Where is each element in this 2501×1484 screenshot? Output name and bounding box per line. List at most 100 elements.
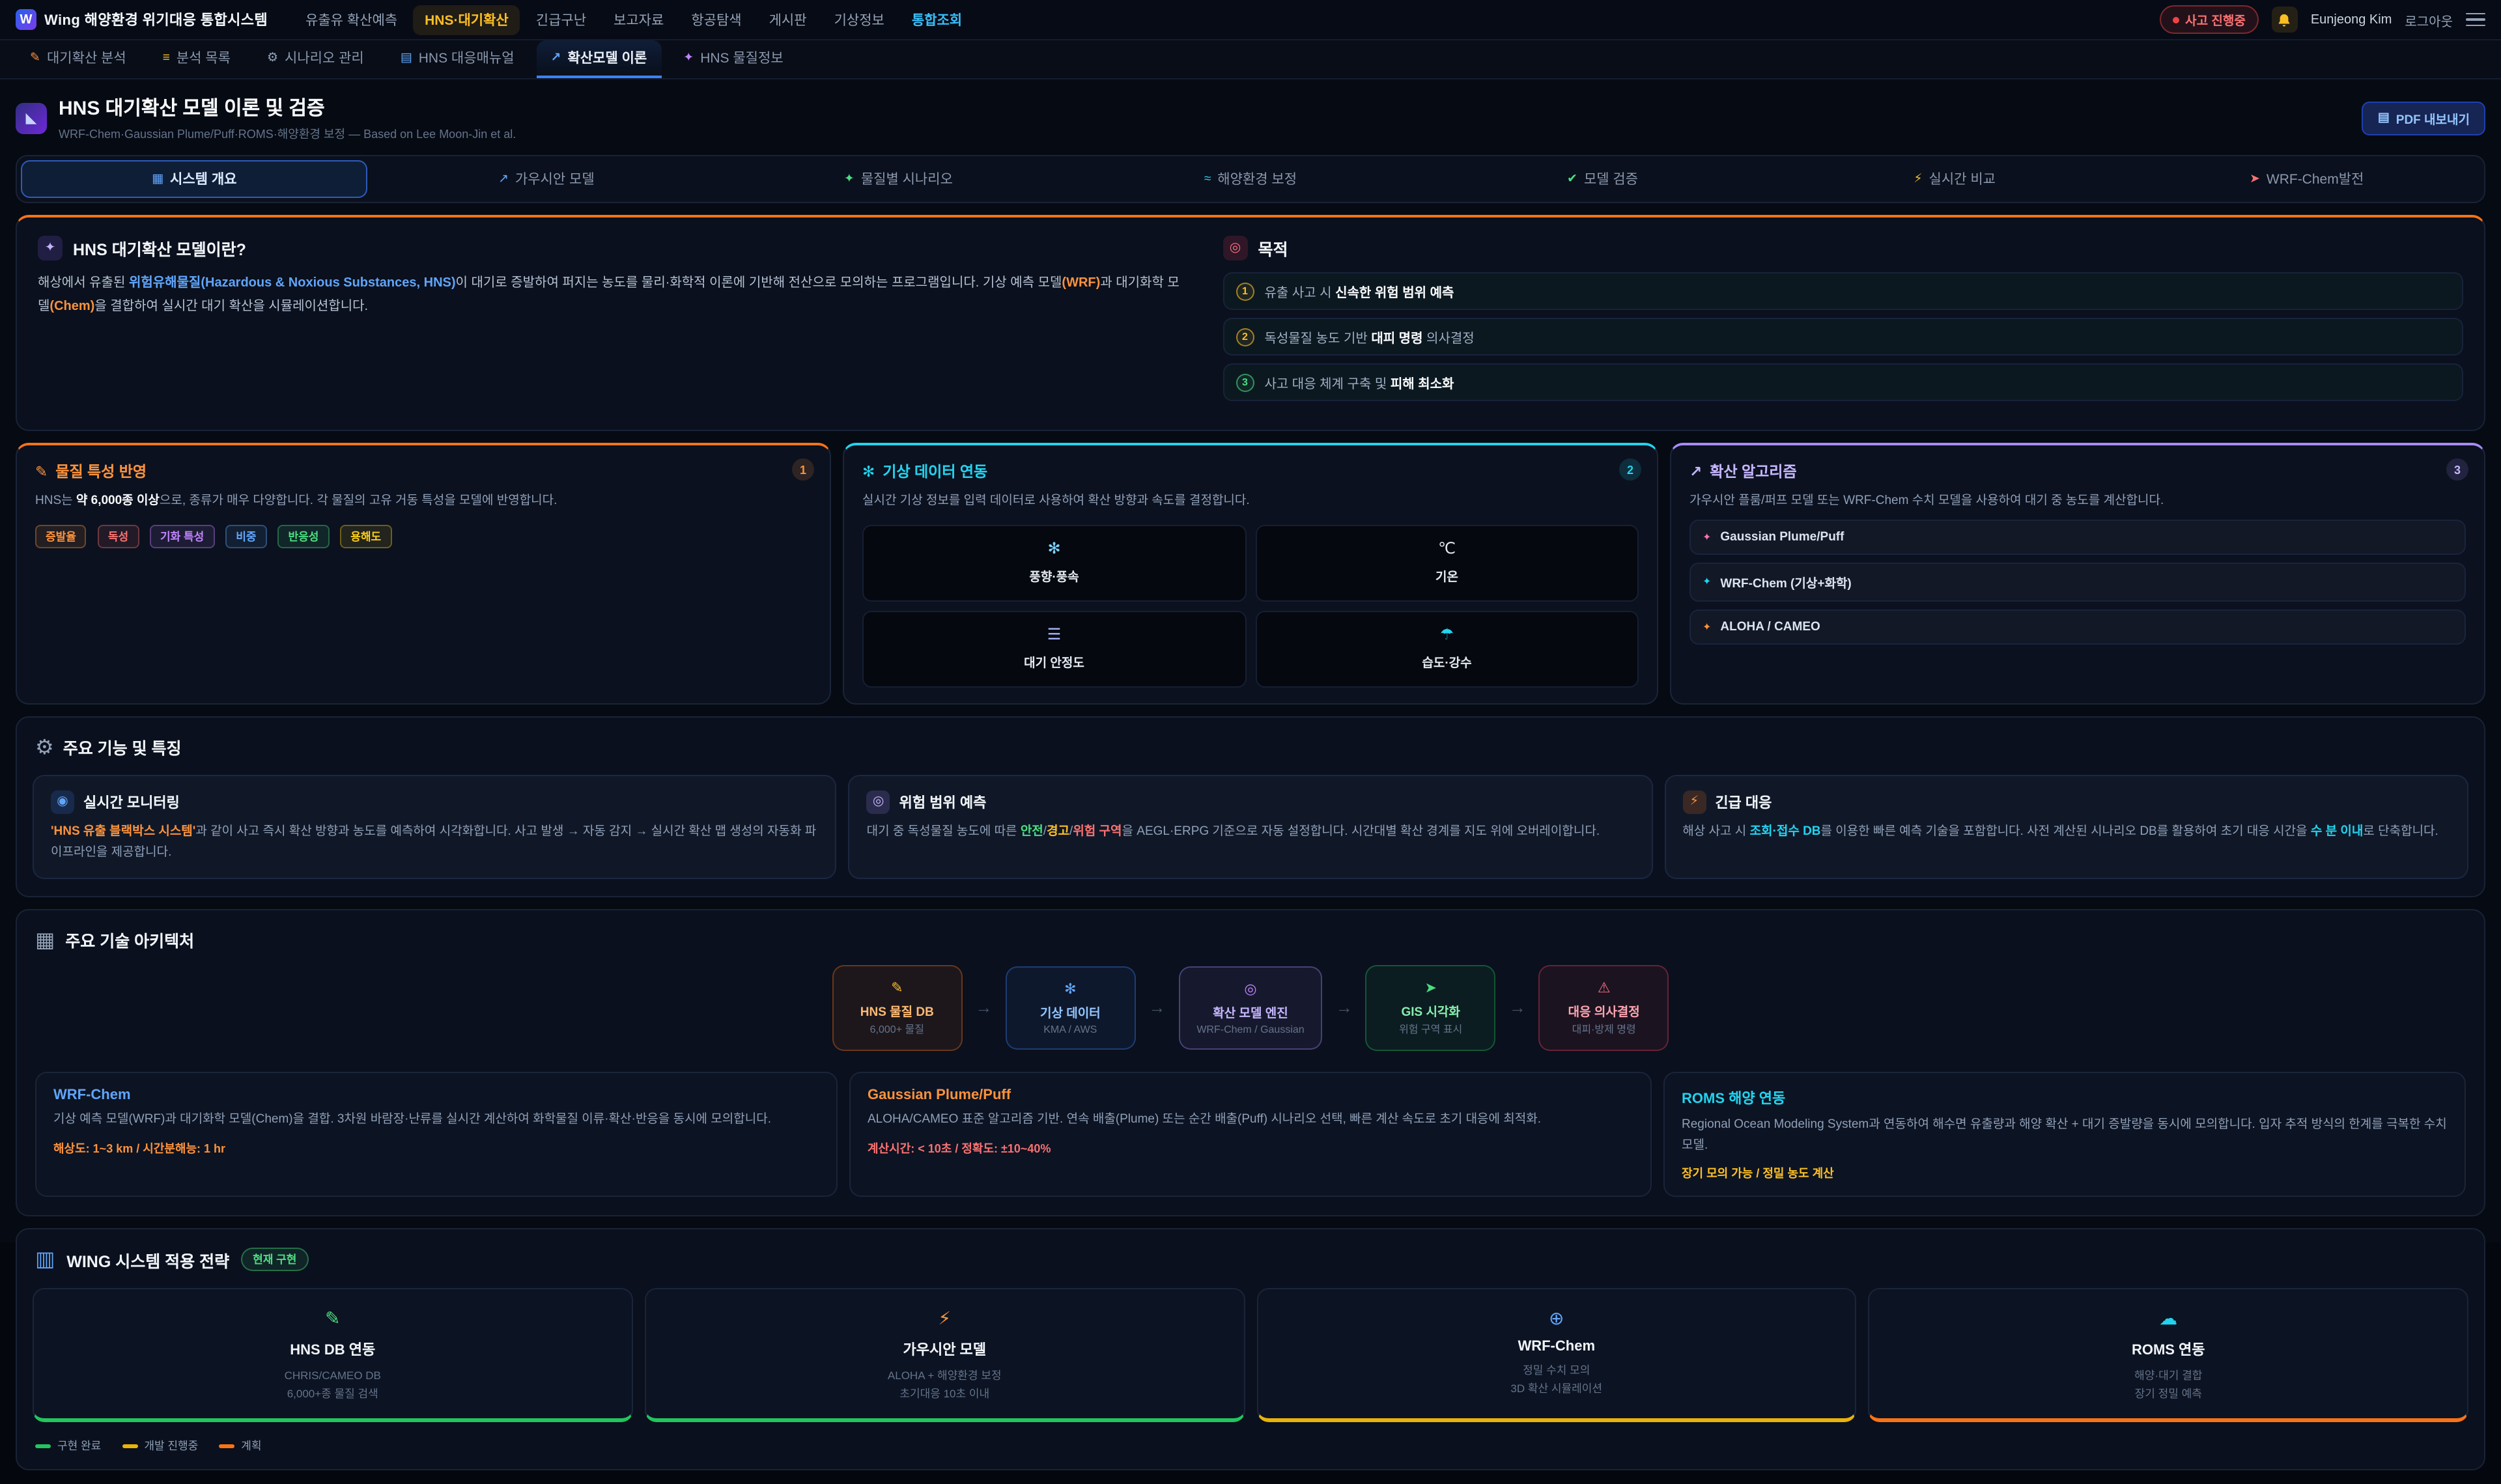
desc-part: 을 결합하여 실시간 대기 확산을 시뮬레이션합니다. xyxy=(94,300,368,314)
model-description: ALOHA/CAMEO 표준 알고리즘 기반. 연속 배출(Plume) 또는 … xyxy=(868,1110,1633,1130)
feature-cards-row: ✎ 물질 특성 반영 1 HNS는 약 6,000종 이상으로, 종류가 매우 … xyxy=(16,443,2485,704)
purpose-text: 사고 대응 체계 구축 및 xyxy=(1264,378,1390,392)
green-bar-icon xyxy=(35,1444,51,1448)
subnav-label: HNS 대응매뉴얼 xyxy=(419,48,515,68)
architecture-title: 주요 기술 아키텍처 xyxy=(65,928,194,953)
flow-dispersion-engine: ◎ 확산 모델 엔진 WRF-Chem / Gaussian xyxy=(1178,966,1322,1050)
section-subnav: ✎ 대기확산 분석 ≡ 분석 목록 ⚙ 시나리오 관리 ▤ HNS 대응매뉴얼 … xyxy=(0,40,2501,79)
flow-arrow-icon: → xyxy=(1148,998,1165,1018)
subnav-analysis-list[interactable]: ≡ 분석 목록 xyxy=(148,40,245,78)
app-logo[interactable]: W Wing 해양환경 위기대응 통합시스템 xyxy=(16,9,268,30)
tab-model-validation[interactable]: ✔ 모델 검증 xyxy=(1429,160,1776,198)
desc-part-wrf: (WRF) xyxy=(1062,276,1100,290)
flow-subtitle: 6,000+ 물질 xyxy=(850,1022,944,1037)
strategy-card-title: WRF-Chem xyxy=(1271,1339,1843,1355)
incident-status-badge[interactable]: 사고 진행중 xyxy=(2159,5,2259,34)
current-implementation-badge: 현재 구현 xyxy=(241,1248,308,1272)
pencil-icon: ✎ xyxy=(850,979,944,996)
page-header: ◣ HNS 대기확산 모델 이론 및 검증 WRF-Chem·Gaussian … xyxy=(0,79,2501,152)
body-part: 대기 중 독성물질 농도에 따른 xyxy=(867,824,1021,838)
legend-label: 계획 xyxy=(241,1438,261,1454)
monitor-icon: ◉ xyxy=(51,790,74,813)
flow-arrow-icon: → xyxy=(1509,998,1526,1018)
bullet-icon: ✦ xyxy=(1703,531,1711,542)
purpose-text: 의사결정 xyxy=(1423,332,1475,346)
flow-weather-data: ✻ 기상 데이터 KMA / AWS xyxy=(1005,966,1135,1050)
tab-wrf-chem-evolution[interactable]: ➤ WRF-Chem발전 xyxy=(2133,160,2480,198)
model-description: 기상 예측 모델(WRF)과 대기화학 모델(Chem)을 결합. 3차원 바람… xyxy=(53,1110,819,1130)
functions-cards-row: ◉ 실시간 모니터링 'HNS 유출 블랙박스 시스템'과 같이 사고 즉시 확… xyxy=(17,763,2484,896)
intro-title: HNS 대기확산 모델이란? xyxy=(73,236,246,260)
strategy-panel: ▥ WING 시스템 적용 전략 현재 구현 ✎ HNS DB 연동 CHRIS… xyxy=(16,1229,2485,1471)
nav-item-reports[interactable]: 보고자료 xyxy=(602,5,675,35)
tab-substance-scenarios[interactable]: ✦ 물질별 시나리오 xyxy=(725,160,1072,198)
card-weather-data: ✻ 기상 데이터 연동 2 실시간 기상 정보를 입력 데이터로 사용하여 확산… xyxy=(843,443,1658,704)
desc-part: 해상에서 유출된 xyxy=(38,276,129,290)
tab-gaussian-model[interactable]: ↗ 가우시안 모델 xyxy=(373,160,720,198)
subnav-dispersion-analysis[interactable]: ✎ 대기확산 분석 xyxy=(16,40,141,78)
subnav-model-theory[interactable]: ↗ 확산모델 이론 xyxy=(537,40,662,78)
user-name: Eunjeong Kim xyxy=(2311,12,2392,27)
legend-in-progress: 개발 진행중 xyxy=(122,1438,198,1454)
purpose-item: 2 독성물질 농도 기반 대피 명령 의사결정 xyxy=(1222,318,2463,356)
tab-system-overview[interactable]: ▦ 시스템 개요 xyxy=(21,160,368,198)
nav-item-hns-dispersion[interactable]: HNS·대기확산 xyxy=(413,5,520,35)
subnav-hns-manual[interactable]: ▤ HNS 대응매뉴얼 xyxy=(386,40,529,78)
hamburger-menu-icon[interactable] xyxy=(2466,13,2485,27)
chart-icon: ↗ xyxy=(551,51,561,65)
strategy-cards-row: ✎ HNS DB 연동 CHRIS/CAMEO DB 6,000+종 물질 검색… xyxy=(17,1281,2484,1436)
chart-icon: ↗ xyxy=(1689,462,1702,481)
notification-bell-icon[interactable] xyxy=(2272,7,2298,33)
tag-toxicity: 독성 xyxy=(98,524,139,548)
algorithm-label: WRF-Chem (기상+화학) xyxy=(1720,572,1851,591)
strategy-line: 정밀 수치 모의 xyxy=(1271,1362,1843,1380)
tab-marine-correction[interactable]: ≈ 해양환경 보정 xyxy=(1077,160,1424,198)
pdf-export-button[interactable]: ▤ PDF 내보내기 xyxy=(2362,101,2485,135)
navbar-right: 사고 진행중 Eunjeong Kim 로그아웃 xyxy=(2159,5,2485,34)
nav-item-weather-info[interactable]: 기상정보 xyxy=(823,5,896,35)
tab-realtime-comparison[interactable]: ⚡ 실시간 비교 xyxy=(1781,160,2128,198)
intro-definition: ✦ HNS 대기확산 모델이란? 해상에서 유출된 위험유해물질(Hazardo… xyxy=(38,236,1186,409)
subnav-label: 분석 목록 xyxy=(177,48,231,68)
navbar-left: W Wing 해양환경 위기대응 통합시스템 유출유 확산예측 HNS·대기확산… xyxy=(16,5,974,35)
model-card-gaussian: Gaussian Plume/Puff ALOHA/CAMEO 표준 알고리즘 … xyxy=(849,1072,1652,1197)
lightning-icon: ⚡ xyxy=(1914,172,1922,186)
nav-item-aerial-search[interactable]: 항공탐색 xyxy=(679,5,753,35)
purpose-keyword: 신속한 위험 범위 예측 xyxy=(1335,287,1454,301)
droplet-icon: ☂ xyxy=(1264,624,1630,643)
desc-part-chem: (Chem) xyxy=(49,300,94,314)
subnav-scenario-management[interactable]: ⚙ 시나리오 관리 xyxy=(253,40,378,78)
nav-item-board[interactable]: 게시판 xyxy=(757,5,819,35)
subnav-hns-substance-info[interactable]: ✦ HNS 물질정보 xyxy=(669,40,797,78)
strategy-card-hns-db: ✎ HNS DB 연동 CHRIS/CAMEO DB 6,000+종 물질 검색 xyxy=(33,1289,633,1423)
model-card-wrf-chem: WRF-Chem 기상 예측 모델(WRF)과 대기화학 모델(Chem)을 결… xyxy=(35,1072,838,1197)
flow-title: 기상 데이터 xyxy=(1023,1003,1117,1021)
nav-item-integrated-search[interactable]: 통합조회 xyxy=(900,5,974,35)
strategy-card-title: HNS DB 연동 xyxy=(47,1339,619,1360)
card-number-badge: 1 xyxy=(792,458,814,481)
intro-description: 해상에서 유출된 위험유해물질(Hazardous & Noxious Subs… xyxy=(38,272,1186,319)
desc-part: 으로, 종류가 매우 다양합니다. 각 물질의 고유 거동 특성을 모델에 반영… xyxy=(160,494,558,508)
strategy-line: 해양·대기 결합 xyxy=(1883,1367,2455,1385)
bell-glyph xyxy=(2278,12,2292,27)
lightning-icon: ⚡ xyxy=(1682,790,1706,813)
theory-tab-bar: ▦ 시스템 개요 ↗ 가우시안 모델 ✦ 물질별 시나리오 ≈ 해양환경 보정 … xyxy=(16,155,2485,203)
algorithm-label: Gaussian Plume/Puff xyxy=(1720,529,1844,544)
nav-item-oil-spill[interactable]: 유출유 확산예측 xyxy=(294,5,409,35)
flow-subtitle: 대피·방제 명령 xyxy=(1557,1022,1651,1037)
card-body: 'HNS 유출 블랙박스 시스템'과 같이 사고 즉시 확산 방향과 농도를 예… xyxy=(51,821,819,863)
incident-label: 사고 진행중 xyxy=(2185,10,2246,29)
tab-label: WRF-Chem발전 xyxy=(2267,169,2364,189)
model-cards-row: WRF-Chem 기상 예측 모델(WRF)과 대기화학 모델(Chem)을 결… xyxy=(35,1072,2466,1197)
legend-planned: 계획 xyxy=(219,1438,261,1454)
body-part-safe: 안전 xyxy=(1021,824,1043,838)
flow-title: GIS 시각화 xyxy=(1384,1001,1478,1020)
tab-label: 모델 검증 xyxy=(1584,169,1638,189)
nav-item-emergency-rescue[interactable]: 긴급구난 xyxy=(524,5,598,35)
logout-button[interactable]: 로그아웃 xyxy=(2405,10,2453,29)
page-title: HNS 대기확산 모델 이론 및 검증 xyxy=(59,94,516,121)
desc-part: HNS는 xyxy=(35,494,76,508)
purpose-text: 독성물질 농도 기반 xyxy=(1264,332,1371,346)
orange-bar-icon xyxy=(219,1444,234,1448)
subnav-label: 확산모델 이론 xyxy=(567,48,647,68)
